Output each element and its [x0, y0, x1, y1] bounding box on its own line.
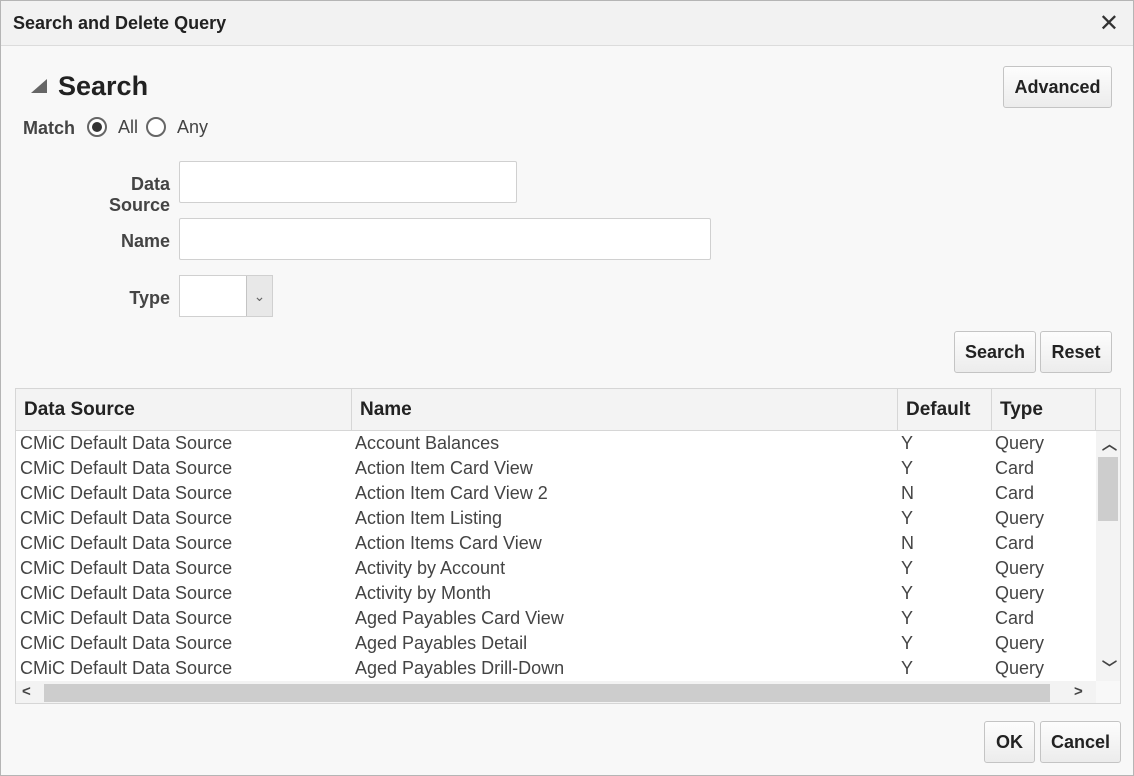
cell-default: Y [901, 608, 914, 628]
ok-button[interactable]: OK [984, 721, 1035, 763]
column-data-source[interactable]: Data Source [16, 389, 352, 431]
cell-default: N [901, 533, 914, 553]
reset-button-label: Reset [1051, 341, 1101, 362]
cell-data-source: CMiC Default Data Source [20, 483, 233, 503]
cell-type: Query [995, 658, 1045, 678]
cancel-button[interactable]: Cancel [1040, 721, 1121, 763]
cell-data-source: CMiC Default Data Source [20, 558, 233, 578]
search-button[interactable]: Search [954, 331, 1036, 373]
match-label: Match [23, 118, 76, 138]
match-any-label: Any [177, 117, 209, 137]
cell-default: Y [901, 658, 914, 678]
cell-type: Query [995, 583, 1045, 603]
horizontal-scroll-thumb[interactable] [44, 684, 1050, 702]
scroll-corner [1096, 681, 1120, 703]
cell-default: Y [901, 433, 914, 453]
cancel-button-label: Cancel [1050, 731, 1111, 752]
cell-name: Action Item Card View 2 [355, 483, 548, 503]
collapse-triangle-icon[interactable] [31, 79, 47, 93]
table-row[interactable]: CMiC Default Data Source Action Items Ca… [16, 531, 1096, 556]
horizontal-scrollbar[interactable]: < > [16, 681, 1096, 703]
table-row[interactable]: CMiC Default Data Source Activity by Acc… [16, 556, 1096, 581]
query-results-table: Data Source Name Default Type CMiC Defau… [15, 388, 1121, 704]
match-all-label: All [118, 117, 139, 137]
table-row[interactable]: CMiC Default Data Source Aged Payables D… [16, 631, 1096, 656]
scroll-left-icon[interactable]: < [22, 683, 31, 700]
advanced-button[interactable]: Advanced [1003, 66, 1112, 108]
column-type[interactable]: Type [992, 389, 1096, 431]
table-row[interactable]: CMiC Default Data Source Aged Payables C… [16, 606, 1096, 631]
chevron-down-icon[interactable]: ⌄ [246, 276, 272, 316]
cell-name: Activity by Account [355, 558, 506, 578]
search-section-title: Search [58, 71, 149, 101]
reset-button[interactable]: Reset [1040, 331, 1112, 373]
vertical-scroll-thumb[interactable] [1098, 457, 1118, 521]
cell-type: Card [995, 458, 1035, 478]
cell-name: Action Item Listing [355, 508, 503, 528]
cell-data-source: CMiC Default Data Source [20, 583, 233, 603]
close-icon[interactable]: ✕ [1099, 9, 1119, 38]
name-label: Name [120, 231, 170, 251]
vertical-scrollbar[interactable]: ︿ ﹀ [1096, 431, 1120, 681]
scroll-right-icon[interactable]: > [1074, 683, 1083, 700]
cell-data-source: CMiC Default Data Source [20, 533, 233, 553]
table-row[interactable]: CMiC Default Data Source Action Item Lis… [16, 506, 1096, 531]
scroll-down-icon[interactable]: ﹀ [1102, 657, 1117, 678]
cell-name: Activity by Month [355, 583, 492, 603]
table-row[interactable]: CMiC Default Data Source Activity by Mon… [16, 581, 1096, 606]
cell-data-source: CMiC Default Data Source [20, 508, 233, 528]
cell-data-source: CMiC Default Data Source [20, 458, 233, 478]
cell-data-source: CMiC Default Data Source [20, 633, 233, 653]
column-name[interactable]: Name [352, 389, 898, 431]
dialog-titlebar: Search and Delete Query ✕ [1, 1, 1133, 46]
cell-default: Y [901, 633, 914, 653]
search-button-label: Search [964, 341, 1026, 362]
table-row[interactable]: CMiC Default Data Source Action Item Car… [16, 456, 1096, 481]
cell-name: Account Balances [355, 433, 500, 453]
cell-name: Action Item Card View [355, 458, 533, 478]
advanced-button-label: Advanced [1014, 76, 1101, 97]
table-body: CMiC Default Data Source Account Balance… [16, 431, 1096, 681]
dialog-title: Search and Delete Query [13, 13, 227, 33]
column-default[interactable]: Default [898, 389, 992, 431]
data-source-label: Data Source [108, 174, 170, 215]
scroll-up-icon[interactable]: ︿ [1102, 433, 1117, 454]
match-any-radio[interactable] [146, 117, 166, 137]
cell-default: Y [901, 508, 914, 528]
cell-name: Aged Payables Detail [355, 633, 528, 653]
cell-data-source: CMiC Default Data Source [20, 608, 233, 628]
ok-button-label: OK [996, 731, 1023, 752]
cell-default: Y [901, 458, 914, 478]
type-select[interactable]: ⌄ [179, 275, 273, 317]
cell-name: Action Items Card View [355, 533, 542, 553]
table-row[interactable]: CMiC Default Data Source Action Item Car… [16, 481, 1096, 506]
cell-name: Aged Payables Card View [355, 608, 564, 628]
cell-data-source: CMiC Default Data Source [20, 433, 233, 453]
search-delete-query-dialog: Search and Delete Query ✕ Search Advance… [0, 0, 1134, 776]
cell-type: Card [995, 608, 1035, 628]
cell-type: Query [995, 633, 1045, 653]
cell-name: Aged Payables Drill-Down [355, 658, 565, 678]
cell-type: Card [995, 533, 1035, 553]
cell-type: Query [995, 558, 1045, 578]
cell-default: N [901, 483, 914, 503]
cell-default: Y [901, 558, 914, 578]
table-row[interactable]: CMiC Default Data Source Account Balance… [16, 431, 1096, 456]
match-all-radio[interactable] [87, 117, 107, 137]
cell-type: Card [995, 483, 1035, 503]
name-input[interactable] [179, 218, 711, 260]
cell-data-source: CMiC Default Data Source [20, 658, 233, 678]
table-header: Data Source Name Default Type [16, 389, 1120, 431]
cell-type: Query [995, 508, 1045, 528]
cell-type: Query [995, 433, 1045, 453]
data-source-input[interactable] [179, 161, 517, 203]
type-label: Type [129, 288, 170, 308]
cell-default: Y [901, 583, 914, 603]
table-row[interactable]: CMiC Default Data Source Aged Payables D… [16, 656, 1096, 681]
